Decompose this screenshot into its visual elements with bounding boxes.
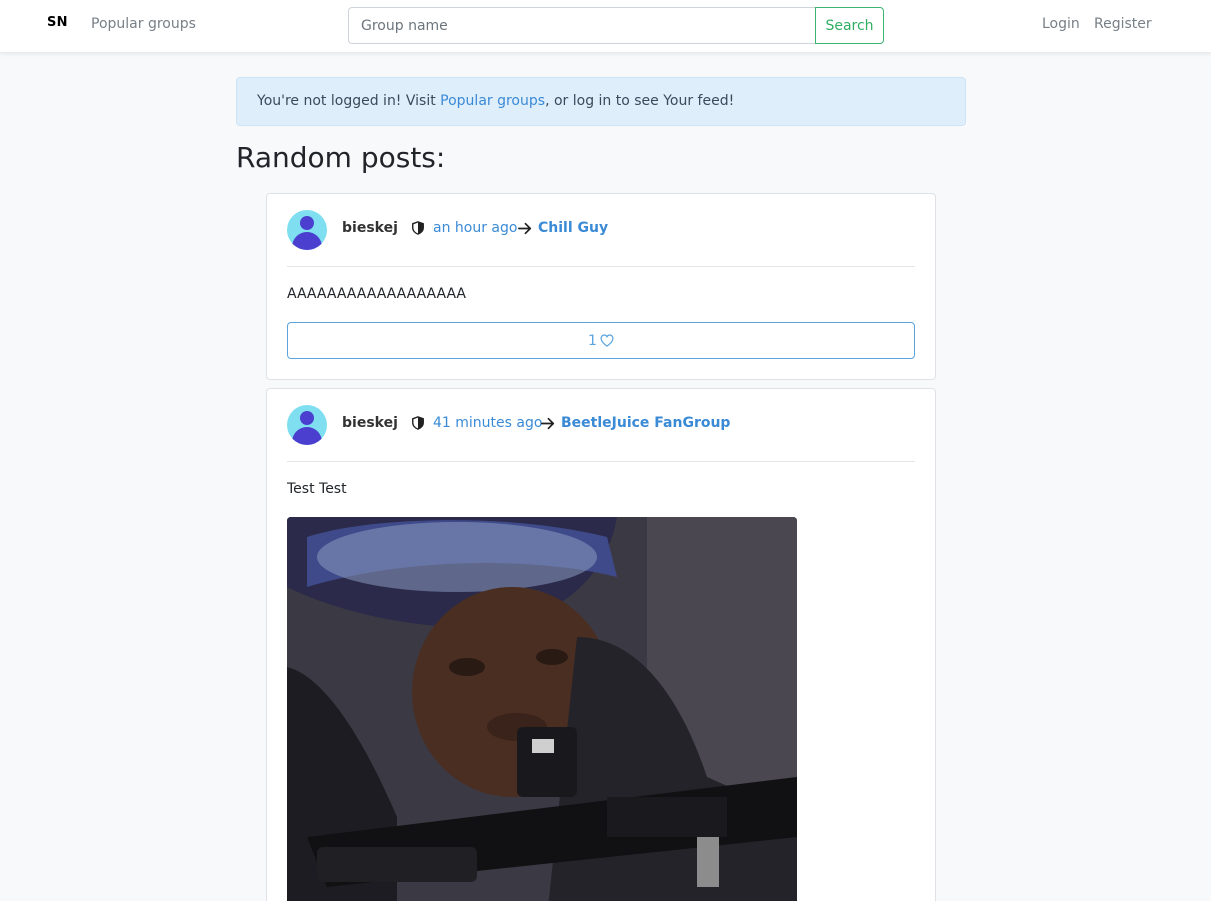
post-divider bbox=[287, 266, 915, 267]
post-text: Test Test bbox=[287, 481, 347, 497]
navbar: SN Popular groups Search Login Register bbox=[0, 0, 1211, 53]
post-author[interactable]: bieskej bbox=[342, 220, 398, 236]
heart-icon bbox=[600, 334, 614, 347]
post-timestamp[interactable]: 41 minutes ago bbox=[433, 415, 542, 431]
post-group-link[interactable]: BeetleJuice FanGroup bbox=[561, 415, 730, 431]
brand-logo[interactable]: SN bbox=[47, 15, 68, 30]
not-logged-in-alert: You're not logged in! Visit Popular grou… bbox=[236, 77, 966, 126]
post-timestamp[interactable]: an hour ago bbox=[433, 220, 517, 236]
alert-popular-groups-link[interactable]: Popular groups bbox=[440, 93, 545, 109]
nav-register[interactable]: Register bbox=[1094, 16, 1152, 32]
nav-login[interactable]: Login bbox=[1042, 16, 1080, 32]
post-card: bieskej 41 minutes ago BeetleJuice FanGr… bbox=[266, 388, 936, 901]
post-image[interactable] bbox=[287, 517, 797, 901]
post-card: bieskej an hour ago Chill Guy AAAAAAAAAA… bbox=[266, 193, 936, 380]
nav-popular-groups[interactable]: Popular groups bbox=[91, 16, 196, 32]
like-button[interactable]: 1 bbox=[287, 322, 915, 359]
post-divider bbox=[287, 461, 915, 462]
avatar[interactable] bbox=[287, 210, 327, 250]
post-header: bieskej 41 minutes ago BeetleJuice FanGr… bbox=[287, 405, 917, 445]
post-author[interactable]: bieskej bbox=[342, 415, 398, 431]
search-button[interactable]: Search bbox=[815, 7, 884, 44]
alert-text-suffix: , or log in to see Your feed! bbox=[545, 93, 735, 109]
page-title: Random posts: bbox=[236, 141, 446, 174]
shield-icon bbox=[412, 416, 424, 430]
alert-text-prefix: You're not logged in! Visit bbox=[257, 93, 441, 109]
soldier-photo bbox=[287, 517, 797, 901]
like-count: 1 bbox=[588, 332, 597, 349]
avatar[interactable] bbox=[287, 405, 327, 445]
post-text: AAAAAAAAAAAAAAAAAA bbox=[287, 286, 467, 302]
arrow-right-icon bbox=[518, 222, 532, 235]
arrow-right-icon bbox=[541, 417, 555, 430]
shield-icon bbox=[412, 221, 424, 235]
post-group-link[interactable]: Chill Guy bbox=[538, 220, 608, 236]
search-input[interactable] bbox=[348, 7, 816, 44]
post-header: bieskej an hour ago Chill Guy bbox=[287, 210, 917, 250]
